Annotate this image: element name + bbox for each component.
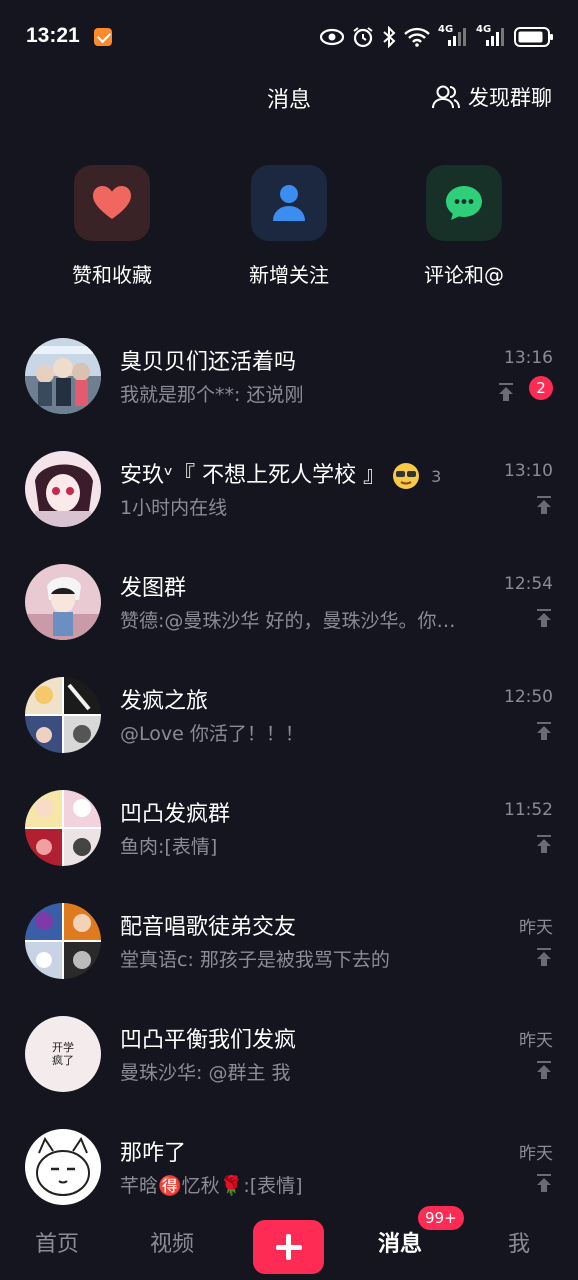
discover-group-chat-button[interactable]: 发现群聊 <box>432 82 552 112</box>
conversation-title: 臭贝贝们还活着吗 <box>120 350 297 375</box>
conversation-title: 那咋了 <box>120 1141 187 1166</box>
likes-and-favorites-button[interactable]: 赞和收藏 <box>32 165 192 288</box>
quick-label-followers: 新增关注 <box>249 263 329 287</box>
tab-me[interactable]: 我 <box>508 1226 530 1258</box>
conversation-preview: 1小时内在线 <box>120 497 228 519</box>
conversation-item[interactable]: 那咋了 芊晗🉐忆秋🌹:[表情] 昨天 <box>0 1111 578 1224</box>
title-suffix: 3 <box>431 467 442 486</box>
bottom-tab-bar: 首页 视频 消息 99+ 我 <box>0 1206 578 1280</box>
conversation-item[interactable]: 安玖ᵛ『 不想上死人学校 』 3 1小时内在线 13:10 <box>0 433 578 546</box>
tab-messages[interactable]: 消息 <box>378 1226 422 1258</box>
tab-video[interactable]: 视频 <box>150 1226 194 1258</box>
conversation-time: 12:50 <box>504 687 553 707</box>
pin-icon <box>537 948 551 966</box>
discover-label: 发现群聊 <box>468 86 552 110</box>
conversation-title: 凹凸发疯群 <box>120 802 231 827</box>
people-icon <box>432 85 460 109</box>
messages-badge: 99+ <box>418 1206 464 1230</box>
pin-icon <box>499 383 513 401</box>
conversation-time: 13:10 <box>504 461 553 481</box>
heart-icon-tile <box>74 165 150 241</box>
conversation-item[interactable]: 开学疯了 凹凸平衡我们发疯 曼珠沙华: @群主 我 昨天 <box>0 998 578 1111</box>
group-avatar <box>25 564 101 640</box>
conversation-preview: 芊晗🉐忆秋🌹:[表情] <box>120 1175 303 1197</box>
avatar-text: 开学疯了 <box>52 1041 74 1067</box>
group-avatar <box>25 338 101 414</box>
conversation-preview: 赞德:@曼珠沙华 好的，曼珠沙华。你… <box>120 610 456 632</box>
quick-label-likes: 赞和收藏 <box>72 263 152 287</box>
battery-icon <box>514 27 553 47</box>
person-icon-tile <box>251 165 327 241</box>
conversation-item[interactable]: 臭贝贝们还活着吗 我就是那个**: 还说刚 13:16 2 <box>0 320 578 433</box>
conversation-title: 发图群 <box>120 576 187 601</box>
conversation-title-row: 安玖ᵛ『 不想上死人学校 』 3 <box>120 457 441 490</box>
pin-icon <box>537 1061 551 1079</box>
wifi-icon <box>404 27 430 47</box>
user-avatar <box>25 1129 101 1205</box>
conversation-title: 发疯之旅 <box>120 689 209 714</box>
chat-icon-tile <box>426 165 502 241</box>
alarm-icon <box>353 27 373 48</box>
conversation-preview: 堂真语c: 那孩子是被我骂下去的 <box>120 949 390 971</box>
header: 消息 发现群聊 <box>0 72 578 124</box>
group-avatar <box>25 790 101 866</box>
new-followers-button[interactable]: 新增关注 <box>209 165 369 288</box>
conversation-preview: @Love 你活了！！！ <box>120 723 304 745</box>
group-avatar: 开学疯了 <box>25 1016 101 1092</box>
user-avatar <box>25 451 101 527</box>
pin-icon <box>537 496 551 514</box>
sunglasses-emoji-icon <box>393 463 420 489</box>
app-notification-icon <box>94 28 112 46</box>
conversation-time: 11:52 <box>504 800 553 820</box>
status-icons: 4G 4G <box>320 24 554 50</box>
conversation-title: 安玖ᵛ『 不想上死人学校 』 <box>120 463 386 488</box>
conversation-item[interactable]: 发疯之旅 @Love 你活了！！！ 12:50 <box>0 659 578 772</box>
conversation-title: 凹凸平衡我们发疯 <box>120 1028 297 1053</box>
status-bar: 13:21 4G 4G <box>0 0 578 72</box>
conversation-time: 13:16 <box>504 348 553 368</box>
pin-icon <box>537 835 551 853</box>
eye-icon <box>320 28 344 46</box>
heart-icon <box>93 186 131 219</box>
conversation-time: 昨天 <box>519 1144 553 1164</box>
signal-1-icon: 4G <box>438 24 468 48</box>
conversation-item[interactable]: 凹凸发疯群 鱼肉:[表情] 11:52 <box>0 772 578 885</box>
conversation-item[interactable]: 配音唱歌徒弟交友 堂真语c: 那孩子是被我骂下去的 昨天 <box>0 885 578 998</box>
signal-2-icon: 4G <box>476 24 506 48</box>
comments-and-mentions-button[interactable]: 评论和@ <box>384 165 544 288</box>
person-icon <box>273 185 305 221</box>
group-avatar <box>25 903 101 979</box>
conversation-time: 12:54 <box>504 574 553 594</box>
conversation-preview: 鱼肉:[表情] <box>120 836 218 858</box>
conversation-preview: 曼珠沙华: @群主 我 <box>120 1062 291 1084</box>
unread-badge: 2 <box>529 376 553 400</box>
pin-icon <box>537 722 551 740</box>
create-plus-button[interactable] <box>253 1220 324 1274</box>
group-avatar <box>25 677 101 753</box>
conversation-time: 昨天 <box>519 1031 553 1051</box>
tab-home[interactable]: 首页 <box>35 1226 79 1258</box>
conversation-title: 配音唱歌徒弟交友 <box>120 915 297 940</box>
pin-icon <box>537 609 551 627</box>
pin-icon <box>537 1174 551 1192</box>
conversation-preview: 我就是那个**: 还说刚 <box>120 384 304 406</box>
conversation-time: 昨天 <box>519 918 553 938</box>
conversation-item[interactable]: 发图群 赞德:@曼珠沙华 好的，曼珠沙华。你… 12:54 <box>0 546 578 659</box>
bluetooth-icon <box>383 26 396 48</box>
chat-bubble-icon <box>446 186 482 220</box>
quick-label-comments: 评论和@ <box>424 263 504 287</box>
status-time: 13:21 <box>26 24 80 47</box>
